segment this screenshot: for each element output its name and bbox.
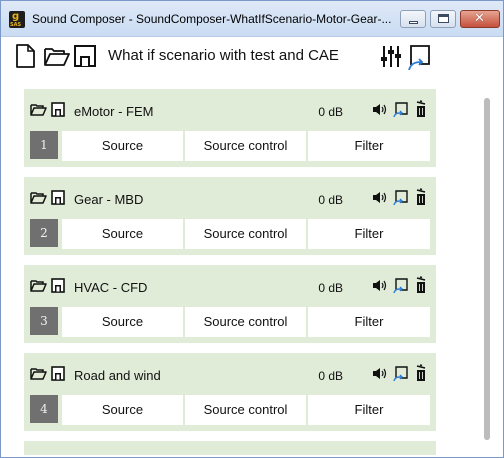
maximize-button[interactable] bbox=[430, 10, 456, 28]
channel-header: HVAC - CFD 0 dB bbox=[24, 265, 436, 305]
app-logo-icon: g SAS bbox=[9, 11, 25, 28]
speaker-icon[interactable] bbox=[372, 103, 387, 116]
channel-header: Road and wind 0 dB bbox=[24, 353, 436, 393]
save-icon[interactable] bbox=[51, 102, 65, 117]
source-button[interactable]: Source bbox=[62, 395, 183, 425]
channel-number-badge: 1 bbox=[30, 131, 58, 159]
maximize-icon bbox=[438, 14, 449, 23]
delete-icon[interactable] bbox=[415, 188, 427, 206]
toolbar: What if scenario with test and CAE bbox=[1, 38, 503, 78]
channel-row-partial bbox=[24, 441, 436, 455]
channel-name: HVAC - CFD bbox=[74, 280, 148, 295]
open-folder-icon[interactable] bbox=[30, 366, 47, 381]
channel-level: 0 dB bbox=[318, 193, 343, 207]
channel-row: HVAC - CFD 0 dB 3 Source Source control … bbox=[24, 265, 436, 343]
app-logo-glyph: g bbox=[12, 11, 20, 22]
open-folder-icon[interactable] bbox=[43, 43, 71, 69]
minimize-icon bbox=[409, 21, 418, 24]
speaker-icon[interactable] bbox=[372, 191, 387, 204]
channel-list: eMotor - FEM 0 dB 1 Source Source contro… bbox=[16, 83, 496, 455]
filter-button[interactable]: Filter bbox=[308, 219, 430, 249]
channel-row: eMotor - FEM 0 dB 1 Source Source contro… bbox=[24, 89, 436, 167]
channel-row: Gear - MBD 0 dB 2 Source Source control … bbox=[24, 177, 436, 255]
settings-sliders-icon[interactable] bbox=[379, 43, 403, 69]
channel-number-badge: 2 bbox=[30, 219, 58, 247]
speaker-icon[interactable] bbox=[372, 279, 387, 292]
channel-name: Gear - MBD bbox=[74, 192, 144, 207]
source-control-button[interactable]: Source control bbox=[185, 307, 306, 337]
channel-level: 0 dB bbox=[318, 369, 343, 383]
source-button[interactable]: Source bbox=[62, 307, 183, 337]
delete-icon[interactable] bbox=[415, 276, 427, 294]
delete-icon[interactable] bbox=[415, 364, 427, 382]
channel-level: 0 dB bbox=[318, 281, 343, 295]
channel-header: Gear - MBD 0 dB bbox=[24, 177, 436, 217]
channel-row: Road and wind 0 dB 4 Source Source contr… bbox=[24, 353, 436, 431]
close-icon: ✕ bbox=[474, 11, 485, 26]
export-icon[interactable] bbox=[392, 277, 409, 294]
new-file-icon[interactable] bbox=[14, 43, 38, 69]
open-folder-icon[interactable] bbox=[30, 102, 47, 117]
title-bar[interactable]: g SAS Sound Composer - SoundComposer-Wha… bbox=[1, 1, 503, 37]
filter-button[interactable]: Filter bbox=[308, 395, 430, 425]
channel-name: Road and wind bbox=[74, 368, 161, 383]
channel-level: 0 dB bbox=[318, 105, 343, 119]
export-icon[interactable] bbox=[406, 43, 432, 71]
source-control-button[interactable]: Source control bbox=[185, 131, 306, 161]
save-icon[interactable] bbox=[73, 43, 97, 69]
minimize-button[interactable] bbox=[400, 10, 426, 28]
source-control-button[interactable]: Source control bbox=[185, 395, 306, 425]
filter-button[interactable]: Filter bbox=[308, 131, 430, 161]
speaker-icon[interactable] bbox=[372, 367, 387, 380]
open-folder-icon[interactable] bbox=[30, 190, 47, 205]
channel-header: eMotor - FEM 0 dB bbox=[24, 89, 436, 129]
save-icon[interactable] bbox=[51, 190, 65, 205]
source-button[interactable]: Source bbox=[62, 219, 183, 249]
filter-button[interactable]: Filter bbox=[308, 307, 430, 337]
channel-number-badge: 4 bbox=[30, 395, 58, 423]
export-icon[interactable] bbox=[392, 101, 409, 118]
app-window: g SAS Sound Composer - SoundComposer-Wha… bbox=[0, 0, 504, 458]
close-button[interactable]: ✕ bbox=[460, 10, 500, 28]
save-icon[interactable] bbox=[51, 278, 65, 293]
scenario-title: What if scenario with test and CAE bbox=[108, 47, 339, 64]
source-button[interactable]: Source bbox=[62, 131, 183, 161]
save-icon[interactable] bbox=[51, 366, 65, 381]
open-folder-icon[interactable] bbox=[30, 278, 47, 293]
delete-icon[interactable] bbox=[415, 100, 427, 118]
window-title: Sound Composer - SoundComposer-WhatIfSce… bbox=[32, 12, 392, 26]
channel-number-badge: 3 bbox=[30, 307, 58, 335]
channel-name: eMotor - FEM bbox=[74, 104, 154, 119]
app-logo-caption: SAS bbox=[10, 22, 22, 28]
export-icon[interactable] bbox=[392, 365, 409, 382]
export-icon[interactable] bbox=[392, 189, 409, 206]
source-control-button[interactable]: Source control bbox=[185, 219, 306, 249]
